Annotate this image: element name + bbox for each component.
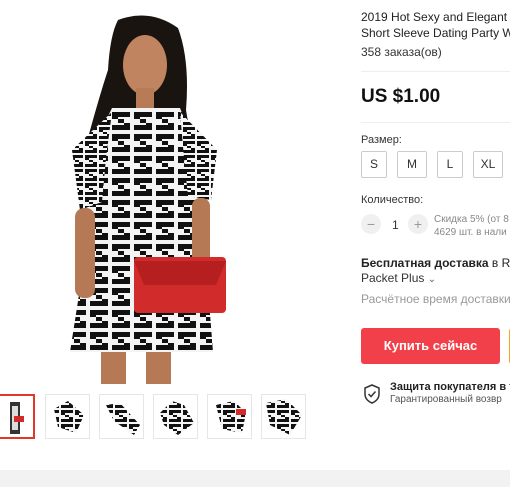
buyer-protection-title: Защита покупателя в т (390, 381, 510, 393)
size-option-m[interactable]: M (397, 151, 427, 178)
size-option-xl[interactable]: XL (473, 151, 503, 178)
quantity-decrease-button[interactable]: − (361, 214, 381, 234)
thumbnail-strip (0, 394, 328, 442)
product-title-line1: 2019 Hot Sexy and Elegant f (361, 10, 510, 24)
thumbnail-6[interactable] (261, 394, 306, 439)
thumbnail-image (266, 399, 302, 435)
shipping-free-bold: Бесплатная доставка (361, 256, 489, 270)
thumbnail-image (54, 401, 84, 433)
thumbnail-image (106, 403, 140, 435)
size-label: Размер: (361, 134, 402, 146)
shield-check-icon (364, 384, 380, 404)
footer-band (0, 470, 510, 487)
orders-count[interactable]: 358 заказа(ов) (361, 45, 442, 59)
buy-now-button[interactable]: Купить сейчас (361, 328, 500, 364)
thumbnail-image (216, 401, 246, 433)
shipping-destination[interactable]: в R (489, 256, 510, 270)
quantity-value[interactable]: 1 (392, 218, 399, 232)
dress-model-illustration (70, 15, 226, 384)
size-option-l[interactable]: L (437, 151, 463, 178)
quantity-increase-button[interactable]: + (408, 214, 428, 234)
quantity-info: Скидка 5% (от 8 4629 шт. в нали (434, 213, 509, 239)
chevron-down-icon[interactable]: ⌄ (428, 274, 436, 285)
thumbnail-3[interactable] (99, 394, 144, 439)
stock-text: 4629 шт. в нали (434, 227, 507, 238)
product-main-image[interactable] (0, 0, 328, 384)
product-title-line2: Short Sleeve Dating Party W (361, 26, 510, 40)
thumbnail-image (10, 402, 24, 434)
divider (361, 71, 510, 72)
shipping-estimate: Расчётное время доставки (361, 292, 510, 306)
shipping-method-name[interactable]: Packet Plus (361, 271, 424, 285)
buyer-protection-subtitle: Гарантированный возвр (390, 394, 502, 405)
product-info-panel: 2019 Hot Sexy and Elegant f Short Sleeve… (361, 0, 510, 430)
thumbnail-2[interactable] (45, 394, 90, 439)
size-option-s[interactable]: S (361, 151, 387, 178)
discount-text: Скидка 5% (от 8 (434, 214, 509, 225)
shipping-method[interactable]: Packet Plus ⌄ (361, 271, 436, 285)
thumbnail-4[interactable] (153, 394, 198, 439)
product-title: 2019 Hot Sexy and Elegant f Short Sleeve… (361, 9, 510, 41)
quantity-label: Количество: (361, 194, 424, 206)
shipping-free-label: Бесплатная доставка в R (361, 256, 510, 270)
thumbnail-image (160, 401, 194, 435)
thumbnail-1[interactable] (0, 394, 35, 439)
divider (361, 122, 510, 123)
product-price: US $1.00 (361, 86, 441, 107)
thumbnail-5[interactable] (207, 394, 252, 439)
